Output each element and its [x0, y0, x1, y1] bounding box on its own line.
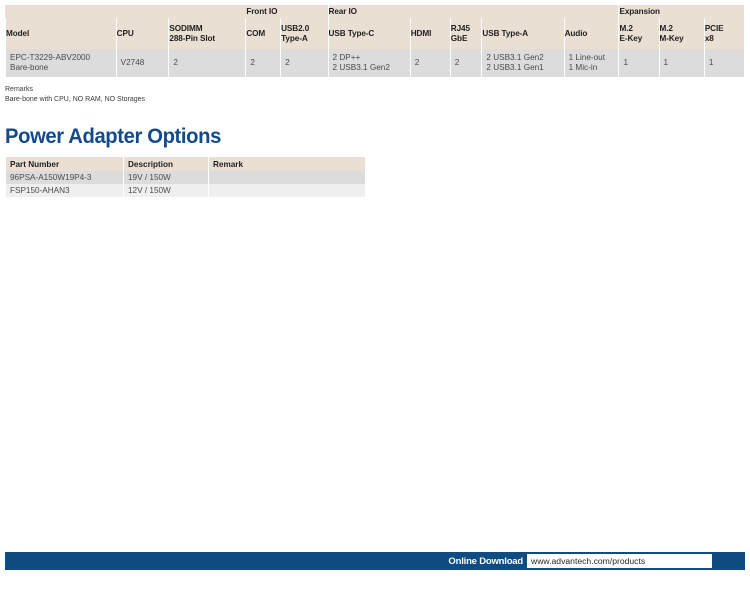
column-header-pcie-x8: PCIE x8 [703, 18, 746, 49]
group-header-front-io: Front IO [245, 5, 329, 18]
cell-description: 12V / 150W [123, 184, 209, 197]
column-header-usb-type-c: USB Type-C [327, 18, 411, 49]
column-header-pcie-line2: x8 [704, 33, 714, 43]
cell-com: 2 [245, 49, 282, 77]
column-header-m2-mkey-line2: M-Key [659, 33, 684, 43]
power-adapter-table-container: Part Number Description Remark 96PSA-A15… [5, 157, 366, 197]
cell-model-line2: Bare-bone [10, 63, 49, 72]
column-header-rj45-line1: RJ45 [450, 23, 470, 33]
cell-cpu: V2748 [115, 49, 170, 77]
group-header-rear-io: Rear IO [327, 5, 620, 18]
remarks-title: Remarks [5, 86, 34, 93]
cell-model: EPC-T3229-ABV2000 Bare-bone [5, 49, 117, 77]
column-header-model-label: Model [6, 28, 30, 38]
footer-online-download-label: Online Download [448, 555, 523, 567]
column-header-usb-type-a-label: USB Type-A [482, 28, 529, 38]
power-adapter-table: Part Number Description Remark 96PSA-A15… [5, 157, 366, 197]
column-header-sodimm-line1: SODIMM [169, 23, 203, 33]
column-header-sodimm: SODIMM 288-Pin Slot [168, 18, 247, 49]
table-row: EPC-T3229-ABV2000 Bare-bone V2748 2 2 2 … [5, 49, 746, 77]
cell-hdmi: 2 [409, 49, 451, 77]
remarks-text: Bare-bone with CPU, NO RAM, NO Storages [5, 95, 146, 103]
specification-table-container: Front IO Rear IO Expansion Model CPU SOD… [4, 5, 746, 77]
column-header-m2-ekey-line1: M.2 [619, 23, 633, 33]
column-header-com-label: COM [246, 28, 266, 38]
column-header-hdmi: HDMI [409, 18, 451, 49]
column-header-com: COM [245, 18, 282, 49]
column-header-model: Model [5, 18, 117, 49]
column-header-part-number: Part Number [5, 157, 124, 171]
column-header-cpu-label: CPU [116, 28, 134, 38]
column-header-hdmi-label: HDMI [410, 28, 432, 38]
column-header-cpu: CPU [115, 18, 170, 49]
column-header-m2-mkey: M.2 M-Key [658, 18, 705, 49]
power-table-header-row: Part Number Description Remark [5, 157, 366, 171]
cell-usb-type-c-line2: 2 USB3.1 Gen2 [332, 63, 390, 72]
column-header-pcie-line1: PCIE [704, 23, 724, 33]
column-header-usb20-type-a: USB2.0 Type-A [280, 18, 329, 49]
group-header-expansion: Expansion [618, 5, 745, 18]
cell-m2-mkey: 1 [658, 49, 705, 77]
group-header-blank [4, 5, 247, 18]
cell-m2-ekey: 1 [618, 49, 660, 77]
column-header-usb20-line2: Type-A [281, 33, 308, 43]
cell-usb-type-c: 2 DP++ 2 USB3.1 Gen2 [327, 49, 411, 77]
column-header-sodimm-line2: 288-Pin Slot [169, 33, 216, 43]
cell-sodimm: 2 [168, 49, 247, 77]
specification-table: Front IO Rear IO Expansion Model CPU SOD… [4, 5, 746, 77]
cell-rj45-gbe: 2 [449, 49, 483, 77]
cell-part-number: 96PSA-A150W19P4-3 [5, 171, 124, 184]
column-header-audio: Audio [563, 18, 620, 49]
cell-part-number: FSP150-AHAN3 [5, 184, 124, 197]
column-header-usb20-line1: USB2.0 [281, 23, 310, 33]
cell-usb20-type-a: 2 [280, 49, 329, 77]
column-header-remark: Remark [208, 157, 366, 171]
column-header-rj45-gbe: RJ45 GbE [449, 18, 483, 49]
cell-model-line1: EPC-T3229-ABV2000 [10, 52, 91, 62]
column-header-description: Description [123, 157, 209, 171]
column-header-m2-ekey-line2: E-Key [619, 33, 643, 43]
cell-remark [208, 184, 366, 197]
spec-column-header-row: Model CPU SODIMM 288-Pin Slot COM USB2.0… [5, 18, 746, 49]
page-title: Power Adapter Options [5, 124, 221, 148]
cell-audio: 1 Line-out 1 Mic-in [563, 49, 620, 77]
cell-audio-line2: 1 Mic-in [568, 63, 598, 72]
column-header-m2-mkey-line1: M.2 [659, 23, 673, 33]
cell-usb-type-a-line1: 2 USB3.1 Gen2 [486, 52, 544, 62]
footer-url-box[interactable]: www.advantech.com/products [527, 554, 712, 568]
cell-audio-line1: 1 Line-out [568, 52, 606, 62]
cell-usb-type-c-line1: 2 DP++ [332, 52, 361, 62]
column-header-m2-ekey: M.2 E-Key [618, 18, 660, 49]
footer-download-group: Online Download www.advantech.com/produc… [448, 552, 712, 570]
table-row: FSP150-AHAN3 12V / 150W [5, 184, 366, 197]
column-header-usb-type-c-label: USB Type-C [328, 28, 375, 38]
column-header-rj45-line2: GbE [450, 33, 468, 43]
cell-description: 19V / 150W [123, 171, 209, 184]
table-row: 96PSA-A150W19P4-3 19V / 150W [5, 171, 366, 184]
footer-bar: Online Download www.advantech.com/produc… [5, 552, 745, 570]
cell-usb-type-a: 2 USB3.1 Gen2 2 USB3.1 Gen1 [481, 49, 565, 77]
remarks-block: Remarks Bare-bone with CPU, NO RAM, NO S… [5, 85, 145, 104]
cell-usb-type-a-line2: 2 USB3.1 Gen1 [486, 63, 544, 72]
cell-pcie-x8: 1 [703, 49, 746, 77]
column-header-audio-label: Audio [564, 28, 588, 38]
cell-remark [208, 171, 366, 184]
spec-group-header-row: Front IO Rear IO Expansion [4, 5, 745, 18]
column-header-usb-type-a: USB Type-A [481, 18, 565, 49]
